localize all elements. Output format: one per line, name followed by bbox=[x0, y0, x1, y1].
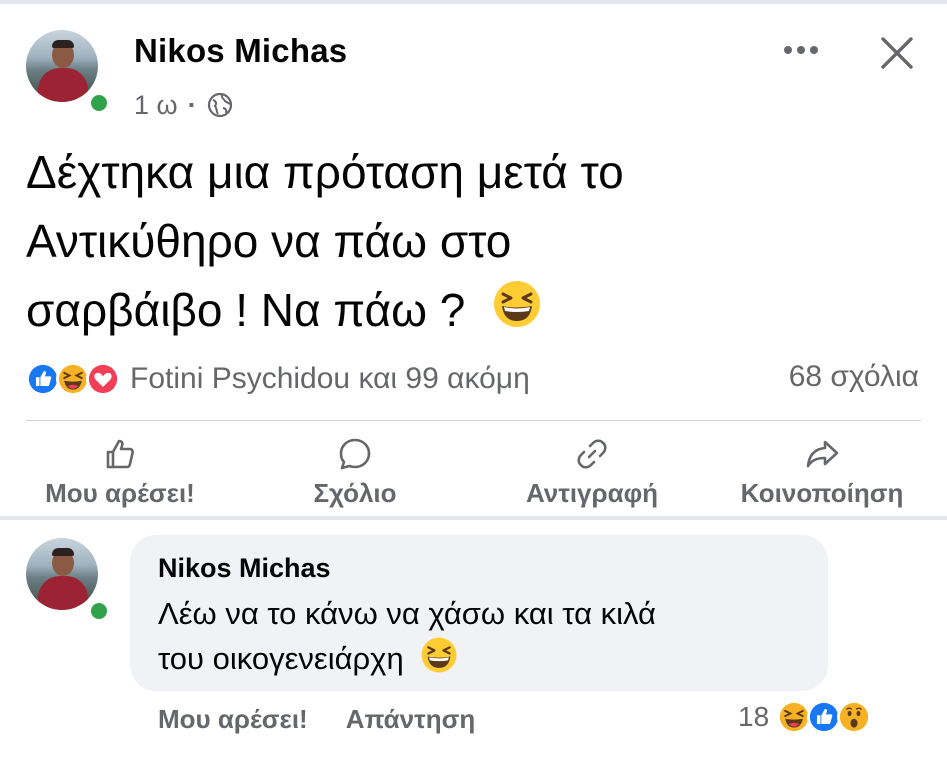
post-text-line: Δέχτηκα μια πρόταση μετά το bbox=[26, 146, 624, 198]
link-icon bbox=[577, 439, 607, 469]
post-text-line: Αντικύθηρο να πάω στο bbox=[26, 215, 512, 267]
post-author-avatar[interactable] bbox=[26, 30, 98, 102]
laughing-squinting-face-emoji bbox=[420, 636, 458, 686]
reactions-summary[interactable]: Fotini Psychidou και 99 ακόμη bbox=[26, 356, 530, 402]
laughing-squinting-face-emoji bbox=[492, 279, 542, 348]
copy-link-button[interactable]: Αντιγραφή bbox=[492, 436, 692, 509]
comment-label: Σχόλιο bbox=[313, 478, 397, 508]
post-text-line: σαρβάιβο ! Να πάω ? bbox=[26, 284, 466, 336]
thumbs-up-icon bbox=[106, 439, 134, 469]
post-text-line-last: σαρβάιβο ! Να πάω ? bbox=[26, 276, 906, 348]
share-arrow-icon bbox=[806, 440, 839, 468]
haha-reaction-icon bbox=[777, 700, 812, 734]
like-reaction-icon bbox=[807, 700, 842, 734]
comment-author-name[interactable]: Nikos Michas bbox=[158, 553, 800, 584]
comment-button[interactable]: Σχόλιο bbox=[255, 436, 455, 509]
post-author-name[interactable]: Nikos Michas bbox=[134, 32, 347, 70]
share-label: Κοινοποίηση bbox=[740, 478, 904, 508]
reactions-names[interactable]: Fotini Psychidou και 99 ακόμη bbox=[130, 362, 530, 396]
comment-reaction-count: 18 bbox=[738, 701, 770, 732]
comment-like-button[interactable]: Μου αρέσει! bbox=[158, 704, 308, 735]
top-divider bbox=[0, 0, 947, 4]
globe-icon bbox=[207, 92, 233, 118]
comment-text-line-last: του οικογενειάρχη bbox=[158, 636, 800, 686]
actions-divider bbox=[26, 420, 921, 421]
love-reaction-icon bbox=[86, 362, 120, 396]
online-status-dot bbox=[88, 600, 110, 622]
comment-text-line: του οικογενειάρχη bbox=[158, 641, 404, 677]
section-separator bbox=[0, 516, 947, 520]
haha-reaction-icon bbox=[56, 362, 90, 396]
like-label: Μου αρέσει! bbox=[45, 478, 195, 508]
comment-text-line: Λέω να το κάνω να χάσω και τα κιλά bbox=[158, 596, 656, 631]
comment-author-avatar[interactable] bbox=[26, 538, 98, 610]
wow-reaction-icon bbox=[837, 700, 872, 734]
like-reaction-icon bbox=[26, 362, 60, 396]
comment-text: Λέω να το κάνω να χάσω και τα κιλά του ο… bbox=[158, 592, 800, 686]
comment-reply-button[interactable]: Απάντηση bbox=[346, 704, 476, 735]
comment-reactions[interactable]: 18 bbox=[738, 700, 872, 734]
like-button[interactable]: Μου αρέσει! bbox=[20, 436, 220, 509]
copy-label: Αντιγραφή bbox=[525, 478, 659, 508]
comment-bubble[interactable]: Nikos Michas Λέω να το κάνω να χάσω και … bbox=[130, 535, 828, 691]
share-button[interactable]: Κοινοποίηση bbox=[722, 436, 922, 509]
post-timestamp[interactable]: 1 ω bbox=[134, 90, 178, 121]
post-meta: 1 ω · bbox=[134, 90, 233, 120]
more-options-icon[interactable] bbox=[778, 38, 824, 62]
meta-separator: · bbox=[187, 89, 197, 120]
comment-actions: Μου αρέσει! Απάντηση bbox=[158, 704, 475, 735]
online-status-dot bbox=[88, 92, 110, 114]
post-text: Δέχτηκα μια πρόταση μετά το Αντικύθηρο ν… bbox=[26, 138, 906, 348]
comment-bubble-icon bbox=[339, 438, 371, 470]
close-icon[interactable] bbox=[876, 32, 918, 74]
comments-count[interactable]: 68 σχόλια bbox=[789, 360, 919, 394]
